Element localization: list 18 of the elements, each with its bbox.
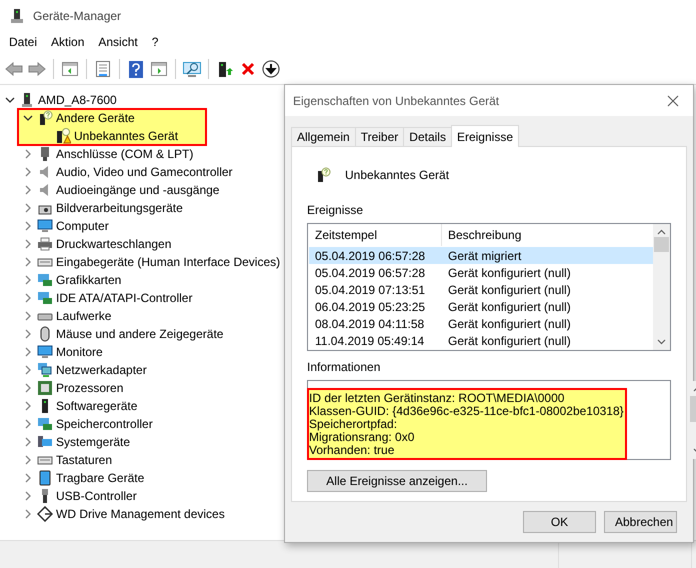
- table-cell-text: 06.04.2019 05:23:25: [314, 300, 426, 314]
- table-cell-text: Gerät konfiguriert (null): [447, 334, 572, 348]
- table-cell-text: Gerät konfiguriert (null): [447, 300, 572, 314]
- table-cell-text: 05.04.2019 06:57:28: [314, 248, 426, 262]
- table-cell-text: 11.04.2019 05:49:14: [314, 334, 426, 348]
- table-cell-text: 08.04.2019 04:11:58: [314, 316, 426, 330]
- window-title: Geräte-Manager: [33, 9, 122, 23]
- device-name: Unbekanntes Gerät: [345, 168, 450, 182]
- table-cell-text: Gerät migriert: [447, 248, 522, 262]
- section-label: Informationen: [307, 360, 382, 374]
- table-cell-text: Gerät konfiguriert (null): [447, 282, 572, 296]
- dialog-title: Eigenschaften von Unbekanntes Gerät: [293, 94, 500, 108]
- table-cell-text: 05.04.2019 07:13:51: [314, 282, 426, 296]
- table-cell-text: Gerät konfiguriert (null): [447, 316, 572, 330]
- section-label: Ereignisse: [307, 203, 364, 217]
- table-cell-text: Gerät konfiguriert (null): [447, 266, 572, 280]
- info-text: ID der letzten Gerätinstanz: ROOT\MEDIA\0000 Klassen-GUID: {4d36e96c-e325-11ce-bfc1-08002be10318} Speicherortpfad: Migrationsrang: 0x0 Vorhanden: true: [308, 389, 626, 459]
- table-cell-text: 05.04.2019 06:57:28: [314, 266, 426, 280]
